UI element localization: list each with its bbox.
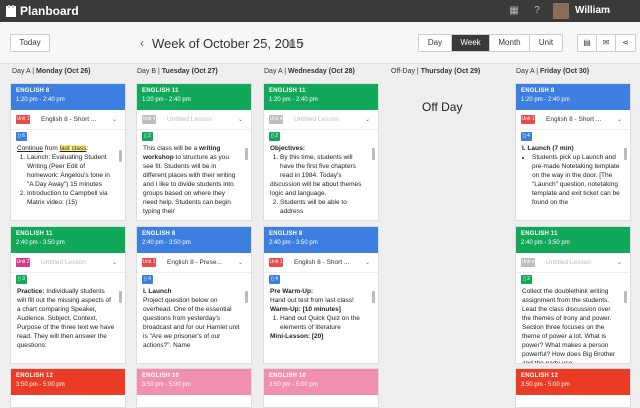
- day-header-tuesday: Day B | Tuesday (Oct 27): [137, 68, 218, 75]
- unit-lesson-select[interactable]: Unit 2 Untitled Lesson ⌄: [11, 253, 125, 273]
- attachment-count-badge[interactable]: ▯ 2: [142, 132, 153, 141]
- chevron-down-icon[interactable]: ⌄: [605, 5, 613, 16]
- chevron-down-icon: ⌄: [364, 260, 370, 266]
- card-header[interactable]: ENGLISH 8 2:40 pm - 3:50 pm: [264, 227, 378, 253]
- attachment-count-badge[interactable]: ▯ 6: [16, 132, 27, 141]
- today-button[interactable]: Today: [10, 34, 50, 52]
- scrollbar[interactable]: [245, 291, 248, 303]
- app-name: Planboard: [20, 4, 79, 18]
- card-header[interactable]: ENGLISH 10 3:50 pm - 5:00 pm: [137, 369, 251, 395]
- next-week-arrow-icon[interactable]: ›: [300, 36, 304, 50]
- lesson-card[interactable]: ENGLISH 11 2:40 pm - 3:50 pm Unit ▾ Untitl…: [515, 226, 631, 364]
- off-day-label: Off Day: [422, 100, 463, 114]
- card-header[interactable]: ENGLISH 11 2:40 pm - 3:50 pm: [11, 227, 125, 253]
- view-week-button[interactable]: Week: [452, 35, 490, 51]
- lesson-card[interactable]: ENGLISH 11 1:20 pm - 2:40 pm Unit ▾ Untitl…: [136, 83, 252, 221]
- lesson-notes[interactable]: Collect the doublethink writing assignme…: [516, 285, 630, 363]
- lesson-notes[interactable]: Practice: Individually students will fil…: [11, 285, 125, 363]
- share-icon[interactable]: ⋖: [616, 35, 635, 51]
- scrollbar[interactable]: [624, 291, 627, 303]
- unit-lesson-select[interactable]: Unit ▾ Untitled Lesson ⌄: [516, 253, 630, 273]
- scrollbar[interactable]: [119, 150, 122, 162]
- action-icons: ▤ ✉ ⋖: [577, 34, 636, 52]
- previous-week-arrow-icon[interactable]: ‹: [140, 36, 144, 50]
- calendar-picker-icon[interactable]: ▦: [288, 39, 296, 48]
- document-icon[interactable]: ▤: [578, 35, 597, 51]
- chevron-down-icon: ⌄: [616, 260, 622, 266]
- day-header-thursday: Off-Day | Thursday (Oct 29): [391, 68, 481, 75]
- email-icon[interactable]: ✉: [597, 35, 616, 51]
- unit-lesson-select[interactable]: Unit ▾ Untitled Lesson ⌄: [137, 110, 251, 130]
- lesson-card[interactable]: ENGLISH 11 1:20 pm - 2:40 pm Unit ▾ Untitl…: [263, 83, 379, 221]
- chevron-down-icon: ⌄: [111, 117, 117, 123]
- chevron-down-icon: ⌄: [237, 260, 243, 266]
- card-header[interactable]: ENGLISH 11 1:20 pm - 2:40 pm: [137, 84, 251, 110]
- help-icon[interactable]: ?: [531, 5, 543, 17]
- card-header[interactable]: ENGLISH 12 3:50 pm - 5:00 pm: [516, 369, 630, 395]
- day-header-friday: Day A | Friday (Oct 30): [516, 68, 590, 75]
- unit-lesson-select[interactable]: Unit 1 English 8 - Short ... ⌄: [11, 110, 125, 130]
- attachment-count-badge[interactable]: ▯ 4: [521, 132, 532, 141]
- lesson-card[interactable]: ENGLISH 12 3:50 pm - 5:00 pm: [10, 368, 126, 408]
- day-header-monday: Day A | Monday (Oct 26): [12, 68, 91, 75]
- page-title: Week of October 25, 2015: [152, 36, 304, 51]
- unit-lesson-select[interactable]: Unit 1 English 8 - Short ... ⌄: [264, 253, 378, 273]
- card-header[interactable]: ENGLISH 10 3:50 pm - 5:00 pm: [264, 369, 378, 395]
- scrollbar[interactable]: [624, 148, 627, 160]
- lesson-notes[interactable]: Continue from last class: Launch: Evalua…: [11, 142, 125, 220]
- attachment-count-badge[interactable]: ▯ 4: [142, 275, 153, 284]
- scrollbar[interactable]: [372, 148, 375, 160]
- card-header[interactable]: ENGLISH 12 3:50 pm - 5:00 pm: [11, 369, 125, 395]
- calendar-icon[interactable]: ▦: [508, 5, 520, 17]
- view-day-button[interactable]: Day: [419, 35, 452, 51]
- scrollbar[interactable]: [245, 148, 248, 160]
- lesson-notes[interactable]: I. Launch Project question below on overh…: [137, 285, 251, 363]
- day-header-wednesday: Day A | Wednesday (Oct 28): [264, 68, 355, 75]
- chevron-down-icon: ⌄: [237, 117, 243, 123]
- lesson-card[interactable]: ENGLISH 8 1:20 pm - 2:40 pm Unit 1 English…: [515, 83, 631, 221]
- attachment-count-badge[interactable]: ▯ 2: [269, 132, 280, 141]
- lesson-notes[interactable]: Pre Warm-Up: Hand out test from last clas…: [264, 285, 378, 363]
- unit-lesson-select[interactable]: Unit 1 English 8 - Short ... ⌄: [516, 110, 630, 130]
- card-header[interactable]: ENGLISH 11 2:40 pm - 3:50 pm: [516, 227, 630, 253]
- view-unit-button[interactable]: Unit: [530, 35, 562, 51]
- unit-lesson-select[interactable]: Unit ▾ Untitled Lesson ⌄: [264, 110, 378, 130]
- lesson-card[interactable]: ENGLISH 8 1:20 pm - 2:40 pm Unit 1 English…: [10, 83, 126, 221]
- lesson-card[interactable]: ENGLISH 8 2:40 pm - 3:50 pm Unit 1 English…: [136, 226, 252, 364]
- view-month-button[interactable]: Month: [490, 35, 530, 51]
- lesson-card[interactable]: ENGLISH 10 3:50 pm - 5:00 pm: [263, 368, 379, 408]
- chevron-down-icon: ⌄: [111, 260, 117, 266]
- unit-lesson-select[interactable]: Unit 1 English 8 - Prese... ⌄: [137, 253, 251, 273]
- chevron-down-icon: ⌄: [364, 117, 370, 123]
- lesson-card[interactable]: ENGLISH 8 2:40 pm - 3:50 pm Unit 1 English…: [263, 226, 379, 364]
- chevron-down-icon: ⌄: [616, 117, 622, 123]
- card-header[interactable]: ENGLISH 8 1:20 pm - 2:40 pm: [11, 84, 125, 110]
- card-header[interactable]: ENGLISH 11 1:20 pm - 2:40 pm: [264, 84, 378, 110]
- lesson-card[interactable]: ENGLISH 11 2:40 pm - 3:50 pm Unit 2 Untitl…: [10, 226, 126, 364]
- planboard-logo-icon: [6, 5, 16, 17]
- lesson-card[interactable]: ENGLISH 12 3:50 pm - 5:00 pm: [515, 368, 631, 408]
- lesson-notes[interactable]: Objectives: By this time, students will …: [264, 142, 378, 220]
- card-header[interactable]: ENGLISH 8 2:40 pm - 3:50 pm: [137, 227, 251, 253]
- lesson-notes[interactable]: This class will be a writing workshop to…: [137, 142, 251, 220]
- lesson-notes[interactable]: I. Launch (7 min) Students pick up Launc…: [516, 142, 630, 220]
- attachment-count-badge[interactable]: ▯ 2: [521, 275, 532, 284]
- attachment-count-badge[interactable]: ▯ 3: [16, 275, 27, 284]
- top-bar: Planboard ▦ ? William ⌄: [0, 0, 640, 22]
- scrollbar[interactable]: [119, 291, 122, 303]
- attachment-count-badge[interactable]: ▯ 4: [269, 275, 280, 284]
- scrollbar[interactable]: [372, 291, 375, 303]
- view-switcher: Day Week Month Unit: [418, 34, 563, 52]
- avatar[interactable]: [553, 3, 569, 19]
- card-header[interactable]: ENGLISH 8 1:20 pm - 2:40 pm: [516, 84, 630, 110]
- lesson-card[interactable]: ENGLISH 10 3:50 pm - 5:00 pm: [136, 368, 252, 408]
